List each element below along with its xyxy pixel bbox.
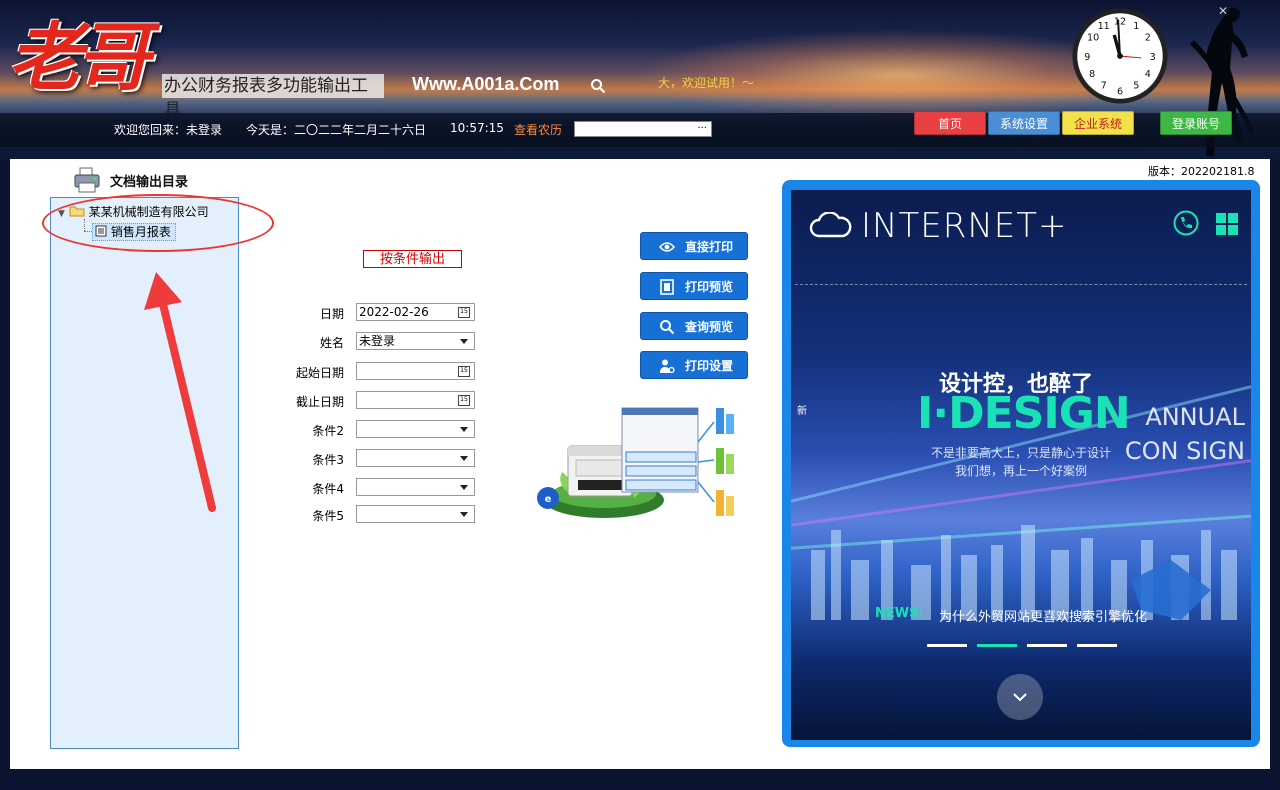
condition3-label: 条件3 — [312, 453, 344, 467]
user-settings-icon — [660, 359, 675, 374]
chevron-down-icon[interactable] — [460, 456, 468, 461]
printer-illustration: e — [537, 407, 734, 518]
search-icon[interactable] — [590, 78, 606, 94]
carousel-dot[interactable] — [1077, 644, 1117, 647]
chevron-down-icon[interactable] — [460, 512, 468, 517]
banner-annual-text: ANNUAL CON SIGN — [1124, 403, 1245, 465]
promo-banner[interactable]: INTERNET+ 新 设计控，也醉了 I·DESIGN ANNUAL CON … — [791, 190, 1251, 740]
name-value: 未登录 — [359, 334, 396, 348]
carousel-dot[interactable] — [1027, 644, 1067, 647]
app-logo: 老哥 — [8, 15, 150, 101]
end-date-label: 截止日期 — [295, 395, 344, 409]
nav-home-button[interactable]: 首页 — [914, 111, 986, 135]
carousel-dot[interactable] — [927, 644, 967, 647]
scroll-down-button[interactable] — [997, 674, 1043, 720]
condition4-select[interactable] — [356, 478, 475, 496]
svg-text:1: 1 — [1133, 21, 1139, 32]
name-label: 姓名 — [319, 336, 344, 350]
news-tag: NEWS: — [875, 606, 924, 621]
cloud-icon — [809, 212, 852, 238]
magnifier-icon — [660, 320, 675, 335]
svg-text:11: 11 — [1098, 21, 1110, 32]
date-value: 2022-02-26 — [359, 305, 429, 319]
window-close-button[interactable]: ✕ — [1218, 4, 1228, 18]
time-text: 10:57:15 — [450, 121, 504, 135]
chevron-down-icon — [1013, 693, 1027, 702]
svg-text:10: 10 — [1087, 33, 1099, 44]
print-preview-label: 打印预览 — [685, 280, 734, 294]
conditional-output-button[interactable]: 按条件输出 — [363, 250, 462, 268]
banner-subtitle-1: 不是非要高大上，只是静心于设计 — [931, 446, 1112, 460]
city-skyline — [811, 525, 1237, 620]
film-icon — [660, 279, 674, 295]
svg-text:5: 5 — [1133, 81, 1139, 92]
end-date-field[interactable]: 15 — [356, 391, 475, 409]
svg-text:12: 12 — [1114, 16, 1126, 27]
welcome-text: 欢迎您回来：未登录 — [114, 123, 223, 137]
svg-text:2: 2 — [1145, 33, 1151, 44]
date-label: 日期 — [319, 307, 344, 321]
query-preview-label: 查询预览 — [685, 320, 734, 334]
clock-icon: 12 12 345 678 91011 — [1072, 8, 1168, 104]
date-field[interactable]: 2022-02-26 15 — [356, 303, 475, 321]
start-date-label: 起始日期 — [295, 366, 344, 380]
svg-text:8: 8 — [1089, 69, 1095, 80]
nav-login-button[interactable]: 登录账号 — [1160, 111, 1232, 135]
calendar-icon[interactable]: 15 — [458, 366, 470, 377]
annotation-arrow — [144, 272, 216, 512]
condition5-select[interactable] — [356, 505, 475, 523]
direct-print-label: 直接打印 — [685, 240, 734, 254]
svg-text:6: 6 — [1117, 86, 1123, 97]
banner-brand: INTERNET+ — [861, 206, 1068, 246]
chevron-down-icon[interactable] — [460, 427, 468, 432]
phone-icon[interactable] — [1173, 210, 1199, 236]
svg-text:e: e — [545, 494, 552, 505]
carousel-dot-active[interactable] — [977, 644, 1017, 647]
name-select[interactable]: 未登录 — [356, 332, 475, 350]
today-text: 今天是：二〇二二年二月二十六日 — [246, 123, 427, 137]
print-preview-button[interactable]: 打印预览 — [640, 272, 748, 300]
banner-divider — [795, 284, 1247, 285]
annotation-ellipse — [42, 194, 274, 252]
query-preview-button[interactable]: 查询预览 — [640, 312, 748, 340]
nav-enterprise-button[interactable]: 企业系统 — [1062, 111, 1134, 135]
version-label: 版本：202202181.8 — [1148, 165, 1255, 178]
eye-icon — [659, 242, 675, 252]
grid-menu-icon[interactable] — [1215, 212, 1239, 236]
calendar-icon[interactable]: 15 — [458, 395, 470, 406]
banner-subtitle-2: 我们想，再上一个好案例 — [955, 464, 1088, 478]
print-settings-label: 打印设置 — [685, 359, 734, 373]
printer-icon — [74, 167, 100, 193]
chevron-down-icon[interactable] — [460, 485, 468, 490]
tree-title: 文档输出目录 — [110, 175, 189, 190]
lunar-calendar-link[interactable]: 查看农历 — [514, 121, 562, 138]
condition3-select[interactable] — [356, 449, 475, 467]
svg-text:9: 9 — [1084, 52, 1090, 63]
nav-settings-button[interactable]: 系统设置 — [988, 111, 1060, 135]
svg-text:4: 4 — [1145, 69, 1151, 80]
condition2-label: 条件2 — [312, 424, 344, 438]
condition2-select[interactable] — [356, 420, 475, 438]
bottom-border — [0, 769, 1280, 790]
direct-print-button[interactable]: 直接打印 — [640, 232, 748, 260]
chevron-down-icon[interactable] — [460, 339, 468, 344]
banner-new-label: 新 — [797, 406, 807, 417]
website-link[interactable]: Www.A001a.Com — [412, 74, 559, 95]
news-headline[interactable]: 为什么外贸网站更喜欢搜索引擎优化 — [939, 606, 1147, 625]
svg-text:3: 3 — [1150, 52, 1156, 63]
calendar-icon[interactable]: 15 — [458, 307, 470, 318]
condition5-label: 条件5 — [312, 509, 344, 523]
start-date-field[interactable]: 15 — [356, 362, 475, 380]
app-title: 办公财务报表多功能输出工具 — [162, 74, 384, 120]
print-settings-button[interactable]: 打印设置 — [640, 351, 748, 379]
condition4-label: 条件4 — [312, 482, 344, 496]
svg-text:7: 7 — [1101, 81, 1107, 92]
welcome-marquee: 大，欢迎试用！～ — [658, 76, 755, 90]
date-picker-input[interactable]: ··· — [574, 121, 712, 137]
